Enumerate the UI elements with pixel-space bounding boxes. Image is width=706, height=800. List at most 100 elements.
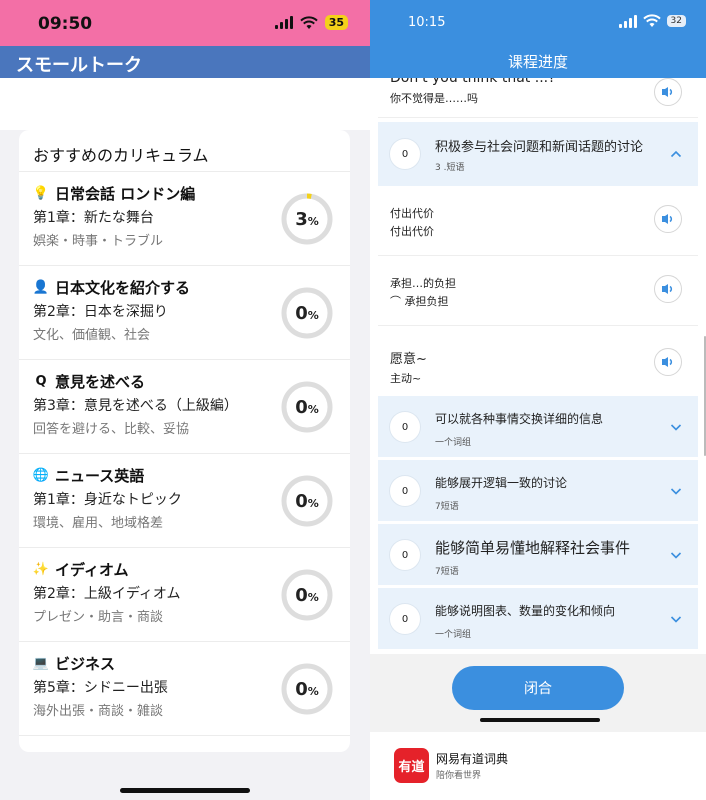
group-item[interactable]: 0 能够说明图表、数量的变化和倾向一个词组	[378, 588, 698, 650]
chevron-down-icon[interactable]	[670, 485, 682, 497]
phrase-text: 付出代价	[390, 207, 434, 220]
speaker-icon[interactable]	[654, 205, 682, 233]
header-spacer	[0, 78, 370, 130]
phrase-item[interactable]: 付出代价 付出代价	[378, 186, 698, 256]
group-subtitle: 7短语	[435, 502, 459, 512]
course-name: 意見を述べる	[55, 372, 146, 391]
laptop-icon: 💻	[32, 655, 50, 671]
group-title: 能够简单易懂地解释社会事件	[435, 539, 631, 557]
speaker-icon[interactable]	[654, 275, 682, 303]
phrase-item[interactable]: 愿意~ 主动~	[378, 326, 698, 398]
progress-value: 0	[295, 396, 308, 418]
home-indicator[interactable]	[480, 718, 600, 722]
progress-value: 0	[295, 302, 308, 324]
chevron-up-icon[interactable]	[670, 148, 682, 160]
progress-unit: %	[307, 497, 319, 510]
sparkle-icon: ✨	[32, 561, 50, 577]
curriculum-card: おすすめのカリキュラム 💡 日常会話 ロンドン編 第1章：新たな舞台 娯楽・時事・トラ…	[19, 130, 350, 752]
wifi-icon	[642, 14, 661, 27]
course-item[interactable]: 🌐 ニュース英語 第1章：身近なトピック 環境、雇用、地域格差 0%	[19, 454, 350, 548]
signal-icon	[274, 16, 293, 29]
progress-value: 0	[295, 678, 308, 700]
progress-unit: %	[307, 403, 319, 416]
signal-icon	[618, 14, 637, 28]
group-item[interactable]: 0 可以就各种事情交换详细的信息一个词组	[378, 396, 698, 458]
course-name: 日常会話 ロンドン編	[55, 184, 196, 203]
progress-value: 3	[295, 208, 308, 230]
phrase-meaning: 付出代价	[390, 225, 434, 238]
course-name: イディオム	[55, 560, 129, 579]
brand-tagline: 陪你看世界	[436, 771, 482, 781]
count-badge: 0	[390, 412, 420, 442]
lamp-icon: 💡	[32, 185, 50, 201]
course-item[interactable]: Q 意見を述べる 第3章：意見を述べる（上級編） 回答を避ける、比較、妥協 0%	[19, 360, 350, 454]
course-name: 日本文化を紹介する	[55, 278, 191, 297]
chevron-down-icon[interactable]	[670, 613, 682, 625]
phrase-meaning: ⌒ 承担负担	[390, 295, 449, 308]
progress-ring: 0%	[280, 662, 334, 716]
chevron-down-icon[interactable]	[670, 549, 682, 561]
chevron-down-icon[interactable]	[670, 421, 682, 433]
group-subtitle: 一个词组	[435, 630, 472, 640]
brand-bar: 有道 网易有道词典 陪你看世界	[370, 732, 706, 800]
status-time: 10:15	[408, 15, 446, 30]
progress-value: 0	[295, 584, 308, 606]
course-item[interactable]: 💡 日常会話 ロンドン編 第1章：新たな舞台 娯楽・時事・トラブル 3%	[19, 172, 350, 266]
phrase-en: Don't you think that ...?	[390, 78, 556, 86]
progress-list[interactable]: Don't you think that ...? 你不觉得是……吗 0 积极参…	[378, 78, 706, 654]
opinion-icon: Q	[35, 373, 47, 389]
course-name: ニュース英語	[55, 466, 145, 485]
page-title: 课程进度	[507, 53, 568, 71]
count-badge: 0	[390, 540, 420, 570]
count-badge: 0	[390, 604, 420, 634]
progress-unit: %	[307, 685, 319, 698]
person-icon: 👤	[32, 279, 50, 295]
course-item[interactable]: 👤 日本文化を紹介する 第2章：日本を深掘り 文化、価値観、社会 0%	[19, 266, 350, 360]
group-title: 积极参与社会问题和新闻话题的讨论	[435, 140, 644, 155]
progress-ring: 0%	[280, 474, 334, 528]
left-screen: 09:50 35 スモールトーク おすすめのカリキュラム 💡 日常会話 ロンドン編…	[0, 0, 370, 800]
phrase-meaning: 主动~	[390, 372, 422, 385]
group-title: 能够展开逻辑一致的讨论	[435, 476, 568, 490]
progress-unit: %	[307, 591, 319, 604]
group-subtitle: 7短语	[435, 567, 459, 577]
home-indicator[interactable]	[120, 788, 250, 793]
group-item[interactable]: 0 能够简单易懂地解释社会事件 7短语	[378, 524, 698, 586]
phrase-item[interactable]: 承担…的负担 ⌒ 承担负担	[378, 256, 698, 326]
course-item[interactable]: 💻 ビジネス 第5章：シドニー出張 海外出張・商談・雑談 0%	[19, 642, 350, 736]
battery-icon: 35	[324, 15, 348, 30]
card-title: おすすめのカリキュラム	[19, 130, 350, 172]
status-bar: 09:50 35	[0, 0, 370, 46]
course-item[interactable]: ✨ イディオム 第2章：上級イディオム プレゼン・助言・商談 0%	[19, 548, 350, 642]
speaker-icon[interactable]	[654, 348, 682, 376]
phrase-zh: 你不觉得是……吗	[390, 92, 478, 105]
count-badge: 0	[390, 139, 420, 169]
group-subtitle: 一个词组	[435, 438, 472, 448]
group-title: 可以就各种事情交换详细的信息	[435, 412, 604, 426]
progress-unit: %	[307, 309, 319, 322]
group-subtitle: 3 .短语	[435, 163, 465, 173]
globe-icon: 🌐	[32, 467, 50, 483]
progress-ring: 3%	[280, 192, 334, 246]
count-badge: 0	[390, 476, 420, 506]
list-item[interactable]: Don't you think that ...? 你不觉得是……吗	[378, 78, 698, 118]
progress-unit: %	[307, 215, 319, 228]
battery-icon: 32	[666, 15, 686, 27]
phrase-text: 承担…的负担	[390, 277, 456, 290]
group-item[interactable]: 0 能够展开逻辑一致的讨论 7短语	[378, 460, 698, 522]
group-title: 能够说明图表、数量的变化和倾向	[435, 604, 616, 618]
status-time: 09:50	[38, 14, 93, 34]
top-bar: 10:15 32 课程进度	[370, 0, 706, 78]
speaker-icon[interactable]	[654, 78, 682, 106]
group-expanded[interactable]: 0 积极参与社会问题和新闻话题的讨论 3 .短语	[378, 122, 698, 186]
youdao-logo: 有道	[394, 748, 429, 783]
right-screen: 10:15 32 课程进度 Don't you think that ...? …	[370, 0, 706, 800]
progress-value: 0	[295, 490, 308, 512]
brand-name: 网易有道词典	[436, 752, 509, 766]
wifi-icon	[299, 15, 318, 29]
progress-ring: 0%	[280, 286, 334, 340]
progress-ring: 0%	[280, 380, 334, 434]
close-button[interactable]: 闭合	[452, 666, 624, 710]
page-title: スモールトーク	[0, 46, 370, 78]
progress-ring: 0%	[280, 568, 334, 622]
